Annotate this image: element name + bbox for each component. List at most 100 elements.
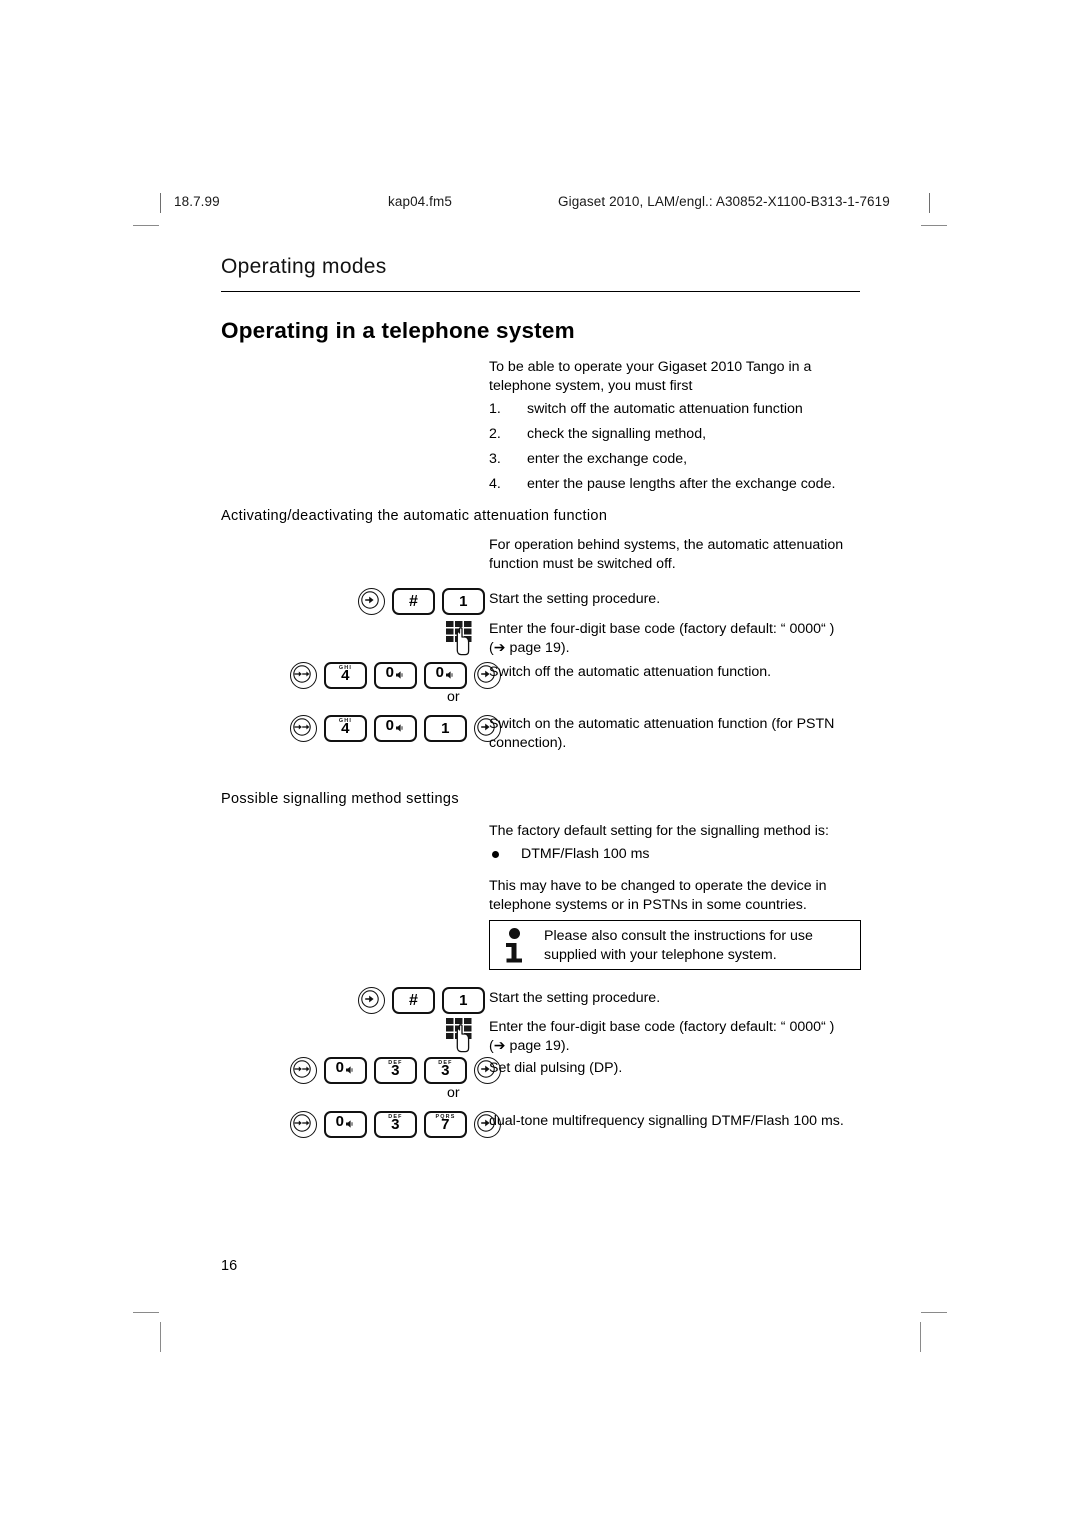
key-sequence-start-procedure-1: # 1 (358, 587, 485, 615)
digit-key-label: 0 (385, 716, 395, 734)
signalling-default-value-item: DTMF/Flash 100 ms (489, 845, 650, 864)
list-item: 1. switch off the automatic attenuation … (489, 400, 869, 419)
digit-key-letters: GHI (338, 664, 353, 671)
or-connector-2: or (447, 1085, 460, 1101)
subheading-attenuation: Activating/deactivating the automatic at… (221, 508, 608, 524)
intro-text: To be able to operate your Gigaset 2010 … (489, 359, 812, 394)
running-header: 18.7.99 kap04.fm5 Gigaset 2010, LAM/engl… (160, 192, 930, 214)
digit-key-4-icon[interactable]: GHI 4 (324, 714, 367, 742)
procedure-1-base-code-ref: (➔ page 19). (489, 640, 570, 656)
info-icon (502, 927, 532, 965)
info-note-text: Please also consult the instructions for… (544, 928, 813, 963)
numbered-step-list: 1. switch off the automatic attenuation … (489, 400, 869, 500)
speaker-icon (396, 670, 403, 679)
zero-key-icon[interactable]: 0 (424, 661, 467, 689)
procedure-2-dtmf-text: dual-tone multifrequency signalling DTMF… (489, 1112, 869, 1131)
signalling-change-note-label: This may have to be changed to operate t… (489, 878, 827, 913)
digit-key-label: 0 (335, 1058, 345, 1076)
digit-key-3-icon[interactable]: DEF 3 (374, 1056, 417, 1084)
digit-key-1-icon[interactable]: 1 (424, 714, 467, 742)
digit-key-1-icon[interactable]: 1 (442, 986, 485, 1014)
hash-key-icon[interactable]: # (392, 986, 435, 1014)
registration-rule-bottom-right (920, 1322, 921, 1352)
key-sequence-dial-pulsing: 0 DEF 3 DEF 3 (290, 1056, 501, 1084)
keypad-hand-icon[interactable] (444, 1017, 478, 1053)
double-arrow-key-icon[interactable] (290, 661, 317, 689)
attenuation-intro-text: For operation behind systems, the automa… (489, 537, 844, 572)
chapter-divider (221, 291, 860, 292)
hash-key-icon[interactable]: # (392, 587, 435, 615)
digit-key-3-icon[interactable]: DEF 3 (374, 1110, 417, 1138)
procedure-1-switch-off-label: Switch off the automatic attenuation fun… (489, 664, 772, 680)
zero-key-icon[interactable]: 0 (374, 661, 417, 689)
double-arrow-key-icon[interactable] (290, 1056, 317, 1084)
bullet-dot-icon (492, 851, 499, 858)
header-rule-left (160, 193, 161, 213)
list-item-label: enter the pause lengths after the exchan… (527, 476, 836, 492)
crop-mark-top-right (921, 225, 947, 226)
list-item: 3. enter the exchange code, (489, 450, 869, 469)
key-sequence-switch-off: GHI 4 0 0 (290, 661, 501, 689)
header-filename: kap04.fm5 (388, 194, 452, 209)
double-arrow-key-icon[interactable] (290, 1110, 317, 1138)
procedure-2-dtmf-label: dual-tone multifrequency signalling DTMF… (489, 1113, 844, 1129)
digit-key-label: 1 (459, 991, 468, 1009)
procedure-1-switch-off-text: Switch off the automatic attenuation fun… (489, 663, 859, 682)
keypad-hand-icon[interactable] (444, 620, 478, 656)
attenuation-intro-paragraph: For operation behind systems, the automa… (489, 536, 864, 574)
double-arrow-key-icon[interactable] (290, 714, 317, 742)
key-sequence-start-procedure-2: # 1 (358, 986, 485, 1014)
digit-key-letters: DEF (388, 1113, 403, 1120)
list-item-number: 3. (489, 451, 501, 467)
digit-key-label: 0 (385, 663, 395, 681)
digit-key-label: 1 (441, 719, 450, 737)
procedure-1-switch-on-text: Switch on the automatic attenuation func… (489, 715, 861, 753)
intro-paragraph: To be able to operate your Gigaset 2010 … (489, 358, 864, 396)
or-connector-1: or (447, 689, 460, 705)
signalling-default-value: DTMF/Flash 100 ms (521, 846, 650, 862)
procedure-2-dial-pulsing-label: Set dial pulsing (DP). (489, 1060, 623, 1076)
digit-key-3-icon[interactable]: DEF 3 (424, 1056, 467, 1084)
procedure-1-switch-on-label: Switch on the automatic attenuation func… (489, 716, 835, 751)
digit-key-4-icon[interactable]: GHI 4 (324, 661, 367, 689)
list-item-number: 2. (489, 426, 501, 442)
signalling-change-note: This may have to be changed to operate t… (489, 877, 859, 915)
crop-mark-bottom-right (921, 1312, 947, 1313)
procedure-2-start-text: Start the setting procedure. (489, 989, 849, 1008)
document-page: 18.7.99 kap04.fm5 Gigaset 2010, LAM/engl… (0, 0, 1080, 1528)
zero-key-icon[interactable]: 0 (324, 1056, 367, 1084)
set-key-icon[interactable] (358, 587, 385, 615)
signalling-default-intro: The factory default setting for the sign… (489, 822, 864, 841)
list-item-label: switch off the automatic attenuation fun… (527, 401, 803, 417)
zero-key-icon[interactable]: 0 (374, 714, 417, 742)
speaker-icon (346, 1119, 353, 1128)
speaker-icon (346, 1065, 353, 1074)
procedure-2-start-label: Start the setting procedure. (489, 990, 661, 1006)
speaker-icon (396, 723, 403, 732)
section-title: Operating in a telephone system (221, 318, 575, 343)
list-item-label: check the signalling method, (527, 426, 707, 442)
digit-key-7-icon[interactable]: PQRS 7 (424, 1110, 467, 1138)
registration-rule-bottom-left (160, 1322, 161, 1352)
procedure-1-base-code-text: Enter the four-digit base code (factory … (489, 620, 857, 658)
set-key-icon[interactable] (358, 986, 385, 1014)
procedure-2-dial-pulsing-text: Set dial pulsing (DP). (489, 1059, 859, 1078)
hash-key-label: # (409, 592, 418, 610)
procedure-2-base-code-label: Enter the four-digit base code (factory … (489, 1019, 835, 1035)
zero-key-icon[interactable]: 0 (324, 1110, 367, 1138)
procedure-2-base-code-text: Enter the four-digit base code (factory … (489, 1018, 857, 1056)
speaker-icon (446, 670, 453, 679)
chapter-title: Operating modes (221, 255, 387, 278)
list-item-label: enter the exchange code, (527, 451, 688, 467)
header-identifier: Gigaset 2010, LAM/engl.: A30852-X1100-B3… (558, 194, 890, 209)
info-note-box: Please also consult the instructions for… (489, 920, 861, 970)
header-rule-right (929, 193, 930, 213)
digit-key-letters: GHI (338, 717, 353, 724)
page-number: 16 (221, 1258, 238, 1274)
digit-key-1-icon[interactable]: 1 (442, 587, 485, 615)
digit-key-letters: DEF (388, 1059, 403, 1066)
procedure-1-start-text: Start the setting procedure. (489, 590, 849, 609)
digit-key-label: 1 (459, 592, 468, 610)
hash-key-label: # (409, 991, 418, 1009)
list-item-number: 4. (489, 476, 501, 492)
